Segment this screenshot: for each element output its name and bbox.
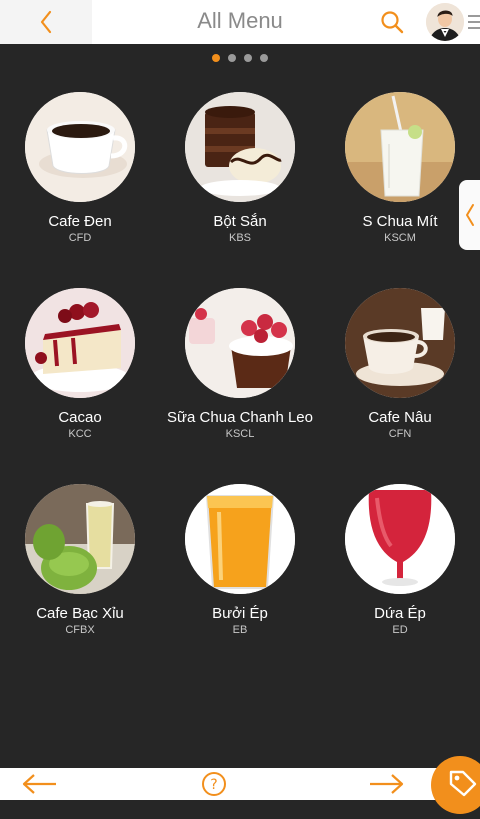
hamburger-icon bbox=[468, 15, 480, 29]
next-button[interactable] bbox=[362, 768, 412, 800]
item-code: ED bbox=[392, 624, 408, 636]
avatar-image bbox=[426, 3, 464, 41]
menu-item-sua-chua-chanh-leo[interactable]: Sữa Chua Chanh Leo KSCL bbox=[160, 288, 320, 458]
arrow-right-icon bbox=[370, 774, 404, 794]
item-photo bbox=[185, 484, 295, 594]
menu-item-cafe-bac-xiu[interactable]: Cafe Bạc Xỉu CFBX bbox=[0, 484, 160, 654]
previous-button[interactable] bbox=[14, 768, 64, 800]
item-code: CFN bbox=[388, 428, 412, 440]
page-indicator bbox=[0, 54, 480, 62]
item-code: EB bbox=[232, 624, 248, 636]
item-name: S Chua Mít bbox=[362, 213, 438, 230]
item-photo bbox=[25, 288, 135, 398]
search-icon bbox=[381, 11, 404, 34]
side-drawer-tab[interactable] bbox=[459, 180, 480, 250]
item-photo bbox=[25, 92, 135, 202]
menu-item-cafe-den[interactable]: Cafe Đen CFD bbox=[0, 92, 160, 262]
item-code: CFD bbox=[68, 232, 92, 244]
item-name: Dứa Ép bbox=[374, 605, 426, 622]
raspberry-cupcake-image bbox=[185, 288, 295, 398]
page-dot-1[interactable] bbox=[212, 54, 220, 62]
item-photo bbox=[345, 288, 455, 398]
page-title: All Menu bbox=[197, 8, 283, 33]
menu-item-s-chua-mit[interactable]: S Chua Mít KSCM bbox=[320, 92, 480, 262]
svg-text:?: ? bbox=[210, 777, 217, 793]
cherry-cheesecake-image bbox=[25, 288, 135, 398]
item-name: Cafe Nâu bbox=[368, 409, 432, 426]
item-photo bbox=[25, 484, 135, 594]
item-name: Bưởi Ép bbox=[212, 605, 268, 622]
guava-juice-image bbox=[25, 484, 135, 594]
item-photo bbox=[185, 288, 295, 398]
milk-coffee-image bbox=[345, 288, 455, 398]
item-code: KCC bbox=[68, 428, 92, 440]
item-photo bbox=[185, 92, 295, 202]
item-code: KSCM bbox=[384, 232, 416, 244]
menu-item-cacao[interactable]: Cacao KCC bbox=[0, 288, 160, 458]
red-juice-glass-image bbox=[345, 484, 455, 594]
top-bar: All Menu bbox=[0, 0, 480, 44]
page-dot-2[interactable] bbox=[228, 54, 236, 62]
smoothie-glass-image bbox=[345, 92, 455, 202]
item-photo bbox=[345, 484, 455, 594]
page-dot-4[interactable] bbox=[260, 54, 268, 62]
arrow-left-icon bbox=[22, 774, 56, 794]
chocolate-cake-image bbox=[185, 92, 295, 202]
item-name: Sữa Chua Chanh Leo bbox=[167, 409, 313, 426]
page-dot-3[interactable] bbox=[244, 54, 252, 62]
menu-item-cafe-nau[interactable]: Cafe Nâu CFN bbox=[320, 288, 480, 458]
item-name: Cafe Đen bbox=[48, 213, 112, 230]
user-avatar[interactable] bbox=[426, 3, 464, 41]
menu-item-bot-san[interactable]: Bột Sắn KBS bbox=[160, 92, 320, 262]
item-photo bbox=[345, 92, 455, 202]
coffee-cup-image bbox=[25, 92, 135, 202]
tag-button[interactable] bbox=[431, 756, 480, 814]
search-button[interactable] bbox=[376, 6, 408, 38]
chevron-left-icon bbox=[466, 204, 474, 226]
item-name: Bột Sắn bbox=[213, 213, 267, 230]
menu-button[interactable] bbox=[466, 10, 480, 34]
tag-icon bbox=[449, 770, 477, 797]
item-name: Cacao bbox=[58, 409, 102, 426]
item-name: Cafe Bạc Xỉu bbox=[36, 605, 124, 622]
item-code: KSCL bbox=[225, 428, 255, 440]
item-code: CFBX bbox=[65, 624, 95, 636]
item-code: KBS bbox=[228, 232, 251, 244]
orange-juice-image bbox=[185, 484, 295, 594]
menu-item-buoi-ep[interactable]: Bưởi Ép EB bbox=[160, 484, 320, 654]
question-circle-icon: ? bbox=[202, 772, 226, 796]
help-button[interactable]: ? bbox=[198, 768, 230, 800]
bottom-bar: ? bbox=[0, 768, 480, 800]
menu-item-dua-ep[interactable]: Dứa Ép ED bbox=[320, 484, 480, 654]
